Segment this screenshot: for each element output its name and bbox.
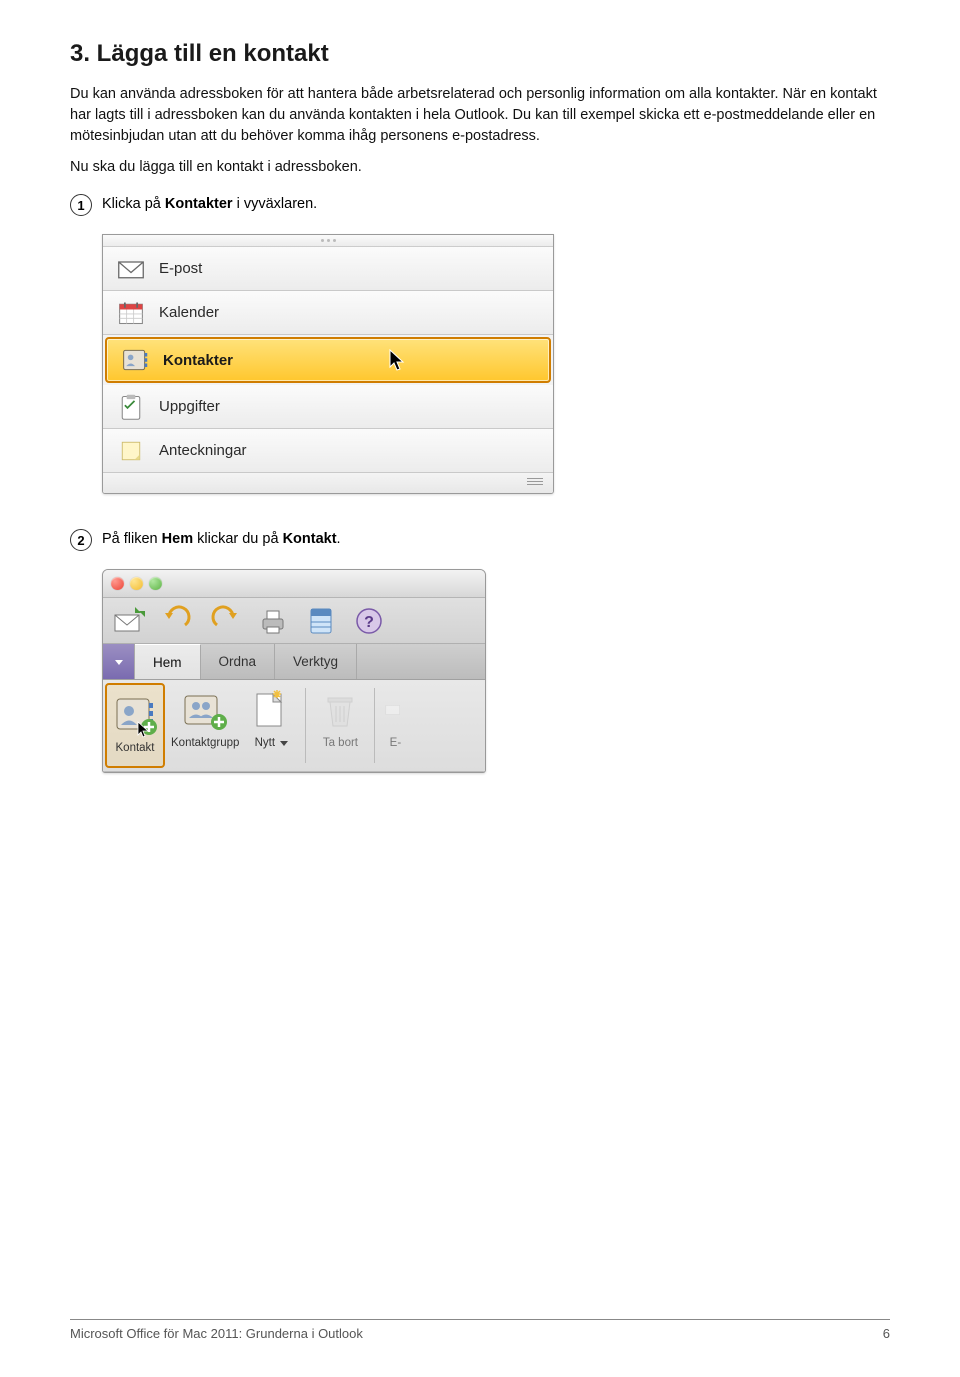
step-2-number: 2: [70, 529, 92, 551]
page-number: 6: [883, 1326, 890, 1341]
tabort-button[interactable]: Ta bort: [312, 680, 368, 771]
minimize-window-button[interactable]: [130, 577, 143, 590]
ribbon-separator: [374, 688, 375, 763]
step-2: 2 På fliken Hem klickar du på Kontakt.: [70, 528, 890, 551]
contacts-icon: [121, 346, 149, 374]
kontakt-button[interactable]: Kontakt: [105, 683, 165, 768]
ribbon-screenshot: ? Hem Ordna Verktyg Kontakt Kontaktgrupp: [102, 569, 486, 773]
kontakt-button-label: Kontakt: [116, 742, 155, 754]
intro-paragraph: Du kan använda adressboken för att hante…: [70, 84, 890, 147]
ribbon-content: Kontakt Kontaktgrupp Nytt Ta bort: [103, 680, 485, 772]
close-window-button[interactable]: [111, 577, 124, 590]
ribbon-separator: [305, 688, 306, 763]
calendar-icon: [117, 299, 145, 327]
send-receive-button[interactable]: [111, 603, 147, 639]
tab-hem[interactable]: Hem: [135, 644, 201, 679]
ribbon-tabs: Hem Ordna Verktyg: [103, 644, 485, 680]
step-1-text: Klicka på Kontakter i vyväxlaren.: [102, 193, 317, 216]
help-button[interactable]: ?: [351, 603, 387, 639]
page-footer: Microsoft Office för Mac 2011: Grunderna…: [70, 1319, 890, 1341]
chevron-down-icon: [280, 741, 288, 746]
cursor-icon: [137, 721, 151, 742]
envelope-icon: [384, 686, 406, 734]
delete-icon: [316, 686, 364, 734]
my-day-button[interactable]: [303, 603, 339, 639]
viewswitcher-label: Uppgifter: [159, 398, 220, 415]
viewswitcher-item-uppgifter[interactable]: Uppgifter: [103, 385, 553, 429]
section-heading: 3. Lägga till en kontakt: [70, 40, 890, 68]
viewswitcher-screenshot: E-post Kalender Kontakter Uppgifter Ante…: [102, 234, 554, 494]
viewswitcher-resize[interactable]: [103, 473, 553, 493]
epost-button-partial[interactable]: E-: [381, 680, 407, 771]
tab-ordna[interactable]: Ordna: [201, 644, 276, 679]
window-titlebar: [103, 570, 485, 598]
mail-icon: [117, 255, 145, 283]
viewswitcher-label: Anteckningar: [159, 442, 247, 459]
viewswitcher-label: Kalender: [159, 304, 219, 321]
instruction-line: Nu ska du lägga till en kontakt i adress…: [70, 159, 890, 175]
viewswitcher-item-epost[interactable]: E-post: [103, 247, 553, 291]
nytt-button-label: Nytt: [255, 737, 289, 749]
svg-text:?: ?: [364, 614, 374, 631]
zoom-window-button[interactable]: [149, 577, 162, 590]
notes-icon: [117, 437, 145, 465]
print-button[interactable]: [255, 603, 291, 639]
viewswitcher-label: Kontakter: [163, 352, 233, 369]
tabort-button-label: Ta bort: [323, 737, 358, 749]
step-1-number: 1: [70, 194, 92, 216]
tasks-icon: [117, 393, 145, 421]
panel-grabber[interactable]: [103, 235, 553, 247]
kontaktgrupp-button[interactable]: Kontaktgrupp: [167, 680, 243, 771]
contact-group-icon: [181, 686, 229, 734]
contact-new-icon: [111, 691, 159, 739]
viewswitcher-item-anteckningar[interactable]: Anteckningar: [103, 429, 553, 473]
viewswitcher-item-kontakter[interactable]: Kontakter: [105, 337, 551, 383]
epost-button-label: E-: [390, 737, 402, 749]
new-item-icon: [247, 686, 295, 734]
quick-access-toolbar: ?: [103, 598, 485, 644]
footer-title: Microsoft Office för Mac 2011: Grunderna…: [70, 1326, 363, 1341]
step-2-text: På fliken Hem klickar du på Kontakt.: [102, 528, 341, 551]
step-1: 1 Klicka på Kontakter i vyväxlaren.: [70, 193, 890, 216]
tab-verktyg[interactable]: Verktyg: [275, 644, 357, 679]
viewswitcher-item-kalender[interactable]: Kalender: [103, 291, 553, 335]
tab-collapse-toggle[interactable]: [103, 644, 135, 679]
viewswitcher-label: E-post: [159, 260, 202, 277]
kontaktgrupp-button-label: Kontaktgrupp: [171, 737, 239, 749]
redo-button[interactable]: [207, 603, 243, 639]
undo-button[interactable]: [159, 603, 195, 639]
nytt-button[interactable]: Nytt: [243, 680, 299, 771]
